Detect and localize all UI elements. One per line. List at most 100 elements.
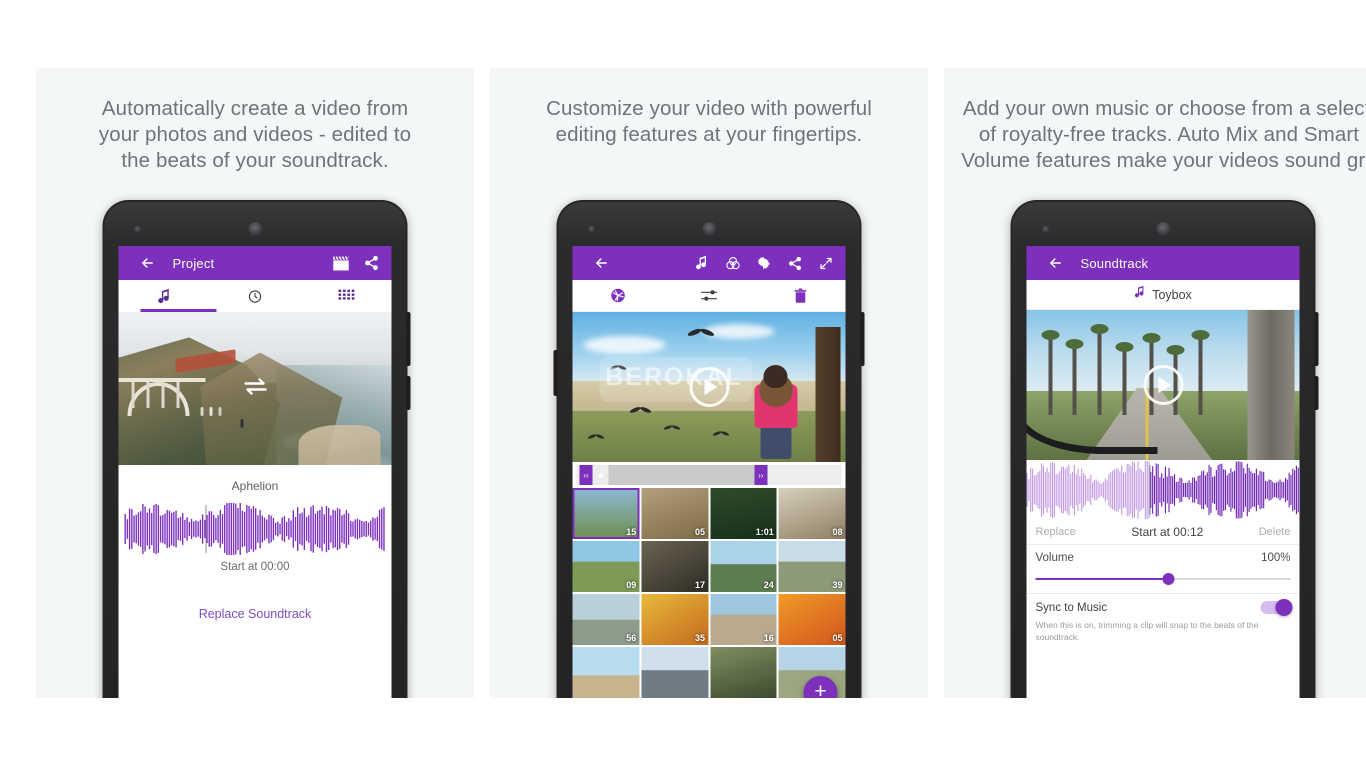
share-icon[interactable] — [784, 252, 806, 274]
clip-duration: 05 — [694, 527, 705, 537]
clapperboard-icon[interactable] — [330, 252, 352, 274]
clip-thumbnail[interactable]: 05 — [641, 488, 708, 539]
panel-1-caption: Automatically create a video from your p… — [98, 97, 412, 172]
cloud — [703, 324, 775, 339]
video-preview[interactable]: BEROKAL — [572, 312, 846, 462]
trim-handle-right[interactable]: ›› — [754, 465, 768, 485]
play-icon[interactable] — [1143, 365, 1183, 405]
clip-thumbnail[interactable]: 09 — [572, 541, 640, 592]
video-preview[interactable] — [1026, 310, 1300, 460]
clip-trimmer[interactable]: ‹‹ ›› — [572, 462, 846, 488]
sync-label: Sync to Music — [1035, 601, 1108, 614]
volume-button[interactable] — [406, 376, 411, 410]
start-time-label: Start at 00:00 — [220, 561, 290, 573]
clip-duration: 05 — [832, 633, 843, 643]
sync-help-text: When this is on, trimming a clip will sn… — [1035, 620, 1259, 642]
trim-selection[interactable] — [608, 465, 768, 485]
panel-2-caption: Customize your video with powerful editi… — [546, 97, 872, 146]
bridge — [118, 378, 206, 417]
arrow-left-icon[interactable] — [137, 252, 159, 274]
loop-icon[interactable] — [238, 372, 272, 407]
color-filter-icon[interactable] — [722, 252, 744, 274]
app-bar-title: Soundtrack — [1080, 255, 1149, 271]
volume-label: Volume — [1035, 552, 1074, 564]
gear-icon[interactable] — [753, 252, 775, 274]
playhead[interactable] — [1149, 465, 1151, 515]
clip-thumbnail[interactable]: 08 — [778, 488, 846, 539]
edit-toolbar — [572, 280, 846, 312]
clip-thumbnail[interactable]: 24 — [710, 541, 777, 592]
soundtrack-actions: Replace Start at 00:12 Delete — [1026, 519, 1300, 545]
waveform[interactable] — [124, 502, 386, 556]
share-icon[interactable] — [361, 252, 383, 274]
palm-tree — [1191, 330, 1210, 415]
arrow-left-icon[interactable] — [591, 252, 613, 274]
clip-thumbnail[interactable]: 1:01 — [710, 488, 777, 539]
adjust-sliders-icon[interactable] — [664, 288, 755, 303]
power-button[interactable] — [406, 312, 411, 366]
volume-button[interactable] — [553, 350, 558, 396]
clip-thumbnail[interactable]: 16 — [710, 594, 777, 645]
waveform-svg — [124, 502, 385, 556]
volume-button[interactable] — [1314, 376, 1319, 410]
soundtrack-title: Aphelion — [231, 479, 279, 493]
volume-slider[interactable] — [1035, 571, 1291, 587]
clip-thumbnail[interactable]: 35 — [641, 594, 708, 645]
arrow-left-icon[interactable] — [1045, 252, 1067, 274]
front-camera-icon — [1042, 226, 1050, 233]
earpiece-speaker — [1156, 222, 1170, 236]
clip-thumbnail[interactable]: 05 — [778, 594, 846, 645]
slider-fill — [1035, 578, 1169, 580]
replace-button[interactable]: Replace — [1036, 526, 1076, 538]
playhead[interactable] — [205, 505, 207, 553]
active-tab-indicator — [140, 309, 217, 312]
clip-thumbnail[interactable] — [572, 647, 640, 698]
cloud — [583, 336, 666, 354]
slider-knob[interactable] — [1162, 573, 1175, 585]
play-icon[interactable] — [689, 367, 729, 407]
tab-music[interactable] — [119, 280, 210, 312]
clip-thumbnail[interactable] — [710, 647, 777, 698]
video-preview[interactable] — [118, 313, 392, 465]
replace-soundtrack-button[interactable]: Replace Soundtrack — [119, 607, 392, 621]
app-bar — [572, 246, 846, 280]
clip-thumbnail[interactable]: 17 — [641, 541, 708, 592]
feature-panel-2: Customize your video with powerful editi… — [490, 68, 928, 698]
clip-duration: 1:01 — [755, 527, 774, 537]
phone-1-screen: Project Aphelion Start at 00:00 Replace … — [118, 246, 392, 698]
tab-media-grid[interactable] — [301, 280, 392, 312]
trim-track[interactable]: ‹‹ ›› — [576, 465, 842, 485]
power-button[interactable] — [860, 312, 865, 366]
trim-handle-left[interactable]: ‹‹ — [579, 465, 593, 485]
tree-trunk — [1247, 310, 1295, 460]
phone-mockup-2: BEROKAL ‹‹ ›› 15 05 1:01 08 09 17 24 39 … — [553, 200, 865, 698]
clip-thumbnail[interactable]: 39 — [778, 541, 846, 592]
beach — [298, 425, 381, 465]
soundtrack-waveform[interactable] — [1026, 459, 1300, 521]
aperture-icon[interactable] — [573, 287, 664, 304]
tab-duration[interactable] — [210, 280, 301, 312]
person — [750, 363, 802, 459]
clip-duration: 09 — [626, 580, 637, 590]
clip-thumbnail[interactable]: 15 — [572, 488, 640, 539]
music-note-icon[interactable] — [691, 252, 713, 274]
music-note-icon — [1134, 285, 1145, 304]
delete-button[interactable]: Delete — [1259, 526, 1291, 538]
waveform-svg — [1026, 459, 1299, 521]
power-button[interactable] — [1314, 312, 1319, 366]
sync-to-music-row[interactable]: Sync to Music — [1026, 593, 1300, 616]
volume-header: Volume 100% — [1036, 552, 1291, 564]
sync-toggle[interactable] — [1260, 599, 1293, 616]
tab-bar — [118, 280, 392, 313]
clip-thumbnail[interactable] — [641, 647, 708, 698]
current-track-row[interactable]: Toybox — [1026, 280, 1300, 310]
volume-section: Volume 100% — [1027, 545, 1300, 587]
front-camera-icon — [588, 226, 596, 233]
clip-duration: 16 — [763, 633, 774, 643]
clip-thumbnail[interactable]: 56 — [572, 594, 640, 645]
expand-icon[interactable] — [815, 252, 837, 274]
earpiece-speaker — [702, 222, 716, 236]
earpiece-speaker — [248, 222, 262, 236]
clip-duration: 08 — [832, 527, 843, 537]
trash-icon[interactable] — [755, 288, 846, 304]
